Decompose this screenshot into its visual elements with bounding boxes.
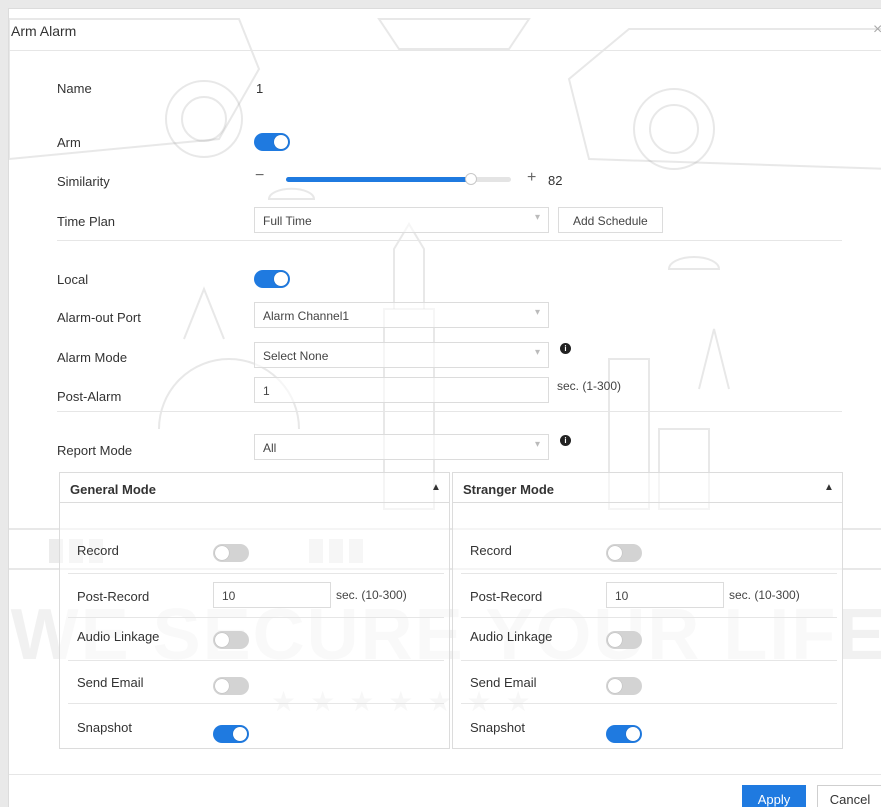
chevron-down-icon: ▾ — [534, 212, 540, 223]
divider — [57, 411, 842, 412]
name-label: Name — [57, 81, 92, 96]
general-mode-panel: General Mode ▲ Record Post-Record 10 sec… — [59, 472, 450, 749]
stranger-mode-panel: Stranger Mode ▲ Record Post-Record 10 se… — [452, 472, 843, 749]
general-post-record-hint: sec. (10-300) — [336, 588, 407, 602]
similarity-decrease-button[interactable]: − — [255, 167, 264, 185]
stranger-post-record-input[interactable]: 10 — [606, 582, 724, 608]
alarm-mode-select[interactable]: Select None ▾ — [254, 342, 549, 368]
report-mode-select[interactable]: All ▾ — [254, 434, 549, 460]
report-mode-label: Report Mode — [57, 443, 133, 458]
time-plan-label: Time Plan — [57, 214, 116, 229]
stranger-mode-title: Stranger Mode — [463, 482, 555, 497]
time-plan-select[interactable]: Full Time ▾ — [254, 207, 549, 233]
divider — [68, 617, 444, 618]
chevron-down-icon: ▾ — [534, 307, 540, 318]
chevron-up-icon[interactable]: ▲ — [824, 482, 834, 493]
general-record-label: Record — [77, 543, 119, 558]
general-snapshot-toggle[interactable] — [213, 725, 249, 743]
general-send-email-label: Send Email — [77, 675, 144, 690]
post-alarm-hint: sec. (1-300) — [557, 379, 622, 393]
info-icon[interactable]: i — [560, 343, 571, 354]
general-mode-title: General Mode — [70, 482, 156, 497]
divider — [68, 703, 444, 704]
stranger-post-record-value: 10 — [615, 589, 629, 603]
close-icon[interactable]: × — [873, 21, 881, 39]
stranger-snapshot-toggle[interactable] — [606, 725, 642, 743]
slider-fill — [286, 177, 471, 182]
general-send-email-toggle[interactable] — [213, 677, 249, 695]
chevron-up-icon[interactable]: ▲ — [431, 482, 441, 493]
toggle-knob — [274, 272, 288, 286]
local-toggle[interactable] — [254, 270, 290, 288]
similarity-slider[interactable] — [286, 173, 511, 185]
general-record-toggle[interactable] — [213, 544, 249, 562]
alarm-mode-label: Alarm Mode — [57, 350, 128, 365]
similarity-value: 82 — [548, 173, 563, 188]
toggle-knob — [608, 633, 622, 647]
divider — [461, 703, 837, 704]
post-alarm-input[interactable]: 1 — [254, 377, 549, 403]
divider — [461, 617, 837, 618]
divider — [57, 240, 842, 241]
divider — [461, 660, 837, 661]
divider — [461, 573, 837, 574]
dialog-header: Arm Alarm × — [9, 9, 881, 51]
name-value: 1 — [256, 81, 264, 96]
general-audio-linkage-label: Audio Linkage — [77, 629, 160, 644]
toggle-knob — [608, 546, 622, 560]
dialog-footer-divider — [9, 774, 881, 775]
chevron-down-icon: ▾ — [534, 347, 540, 358]
toggle-knob — [274, 135, 288, 149]
cancel-button[interactable]: Cancel — [817, 785, 881, 807]
general-post-record-value: 10 — [222, 589, 236, 603]
similarity-increase-button[interactable]: + — [527, 169, 536, 187]
divider — [68, 660, 444, 661]
stranger-audio-linkage-toggle[interactable] — [606, 631, 642, 649]
stranger-record-toggle[interactable] — [606, 544, 642, 562]
general-mode-header[interactable]: General Mode ▲ — [60, 473, 449, 503]
toggle-knob — [215, 546, 229, 560]
stranger-send-email-toggle[interactable] — [606, 677, 642, 695]
stranger-send-email-label: Send Email — [470, 675, 537, 690]
chevron-down-icon: ▾ — [534, 439, 540, 450]
alarm-out-port-label: Alarm-out Port — [57, 310, 141, 325]
post-alarm-label: Post-Alarm — [57, 389, 122, 404]
arm-toggle[interactable] — [254, 133, 290, 151]
stranger-post-record-hint: sec. (10-300) — [729, 588, 800, 602]
toggle-knob — [233, 727, 247, 741]
divider — [68, 573, 444, 574]
general-post-record-input[interactable]: 10 — [213, 582, 331, 608]
toggle-knob — [215, 633, 229, 647]
info-icon[interactable]: i — [560, 435, 571, 446]
post-alarm-value: 1 — [263, 384, 270, 398]
general-audio-linkage-toggle[interactable] — [213, 631, 249, 649]
toggle-knob — [215, 679, 229, 693]
time-plan-value: Full Time — [263, 214, 312, 228]
stranger-post-record-label: Post-Record — [470, 589, 543, 604]
dialog-title: Arm Alarm — [11, 23, 77, 39]
general-post-record-label: Post-Record — [77, 589, 150, 604]
add-schedule-button[interactable]: Add Schedule — [558, 207, 663, 233]
local-label: Local — [57, 272, 89, 287]
general-snapshot-label: Snapshot — [77, 720, 132, 735]
similarity-label: Similarity — [57, 174, 110, 189]
alarm-mode-value: Select None — [263, 349, 329, 363]
arm-alarm-dialog: WE SECURE YOUR LIFE ★★★★★★★ Arm Alarm × … — [8, 8, 881, 807]
arm-label: Arm — [57, 135, 81, 150]
slider-thumb[interactable] — [464, 173, 477, 185]
apply-button[interactable]: Apply — [742, 785, 806, 807]
stranger-snapshot-label: Snapshot — [470, 720, 525, 735]
toggle-knob — [626, 727, 640, 741]
stranger-audio-linkage-label: Audio Linkage — [470, 629, 553, 644]
alarm-out-port-select[interactable]: Alarm Channel1 ▾ — [254, 302, 549, 328]
alarm-out-port-value: Alarm Channel1 — [263, 309, 350, 323]
report-mode-value: All — [263, 441, 277, 455]
stranger-mode-header[interactable]: Stranger Mode ▲ — [453, 473, 842, 503]
toggle-knob — [608, 679, 622, 693]
stranger-record-label: Record — [470, 543, 512, 558]
